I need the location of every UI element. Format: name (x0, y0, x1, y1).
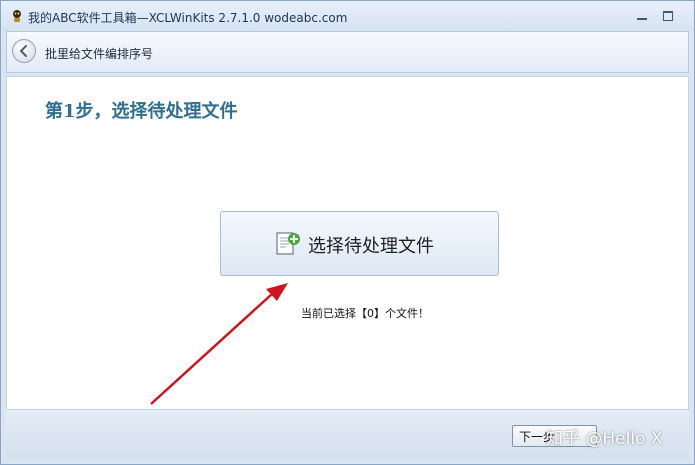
app-mascot-icon (13, 10, 21, 22)
minimize-icon[interactable] (631, 7, 653, 25)
selected-count-status: 当前已选择【0】个文件！ (301, 307, 429, 320)
select-files-label: 选择待处理文件 (308, 236, 434, 257)
back-arrow-icon (20, 45, 27, 57)
maximize-icon[interactable] (657, 7, 679, 25)
window-title: 我的ABC软件工具箱—XCLWinKits 2.7.1.0 wodeabc.co… (28, 11, 348, 25)
footer-bar: 下一步 知乎 @Hello X (6, 410, 689, 460)
title-bar[interactable]: 我的ABC软件工具箱—XCLWinKits 2.7.1.0 wodeabc.co… (1, 1, 694, 31)
back-button[interactable] (12, 39, 36, 63)
app-window: 我的ABC软件工具箱—XCLWinKits 2.7.1.0 wodeabc.co… (0, 0, 695, 465)
main-panel: 第1步，选择待处理文件 选择待处理文件 当前已选择【0】个文件！ (6, 76, 689, 410)
select-files-button[interactable]: 选择待处理文件 (220, 211, 499, 276)
step-title: 第1步，选择待处理文件 (45, 101, 238, 122)
header-title: 批里给文件编排序号 (45, 47, 154, 61)
watermark-text: 知乎 @Hello X (546, 429, 663, 449)
header-bar: 批里给文件编排序号 (6, 31, 689, 73)
file-add-icon (276, 232, 300, 255)
